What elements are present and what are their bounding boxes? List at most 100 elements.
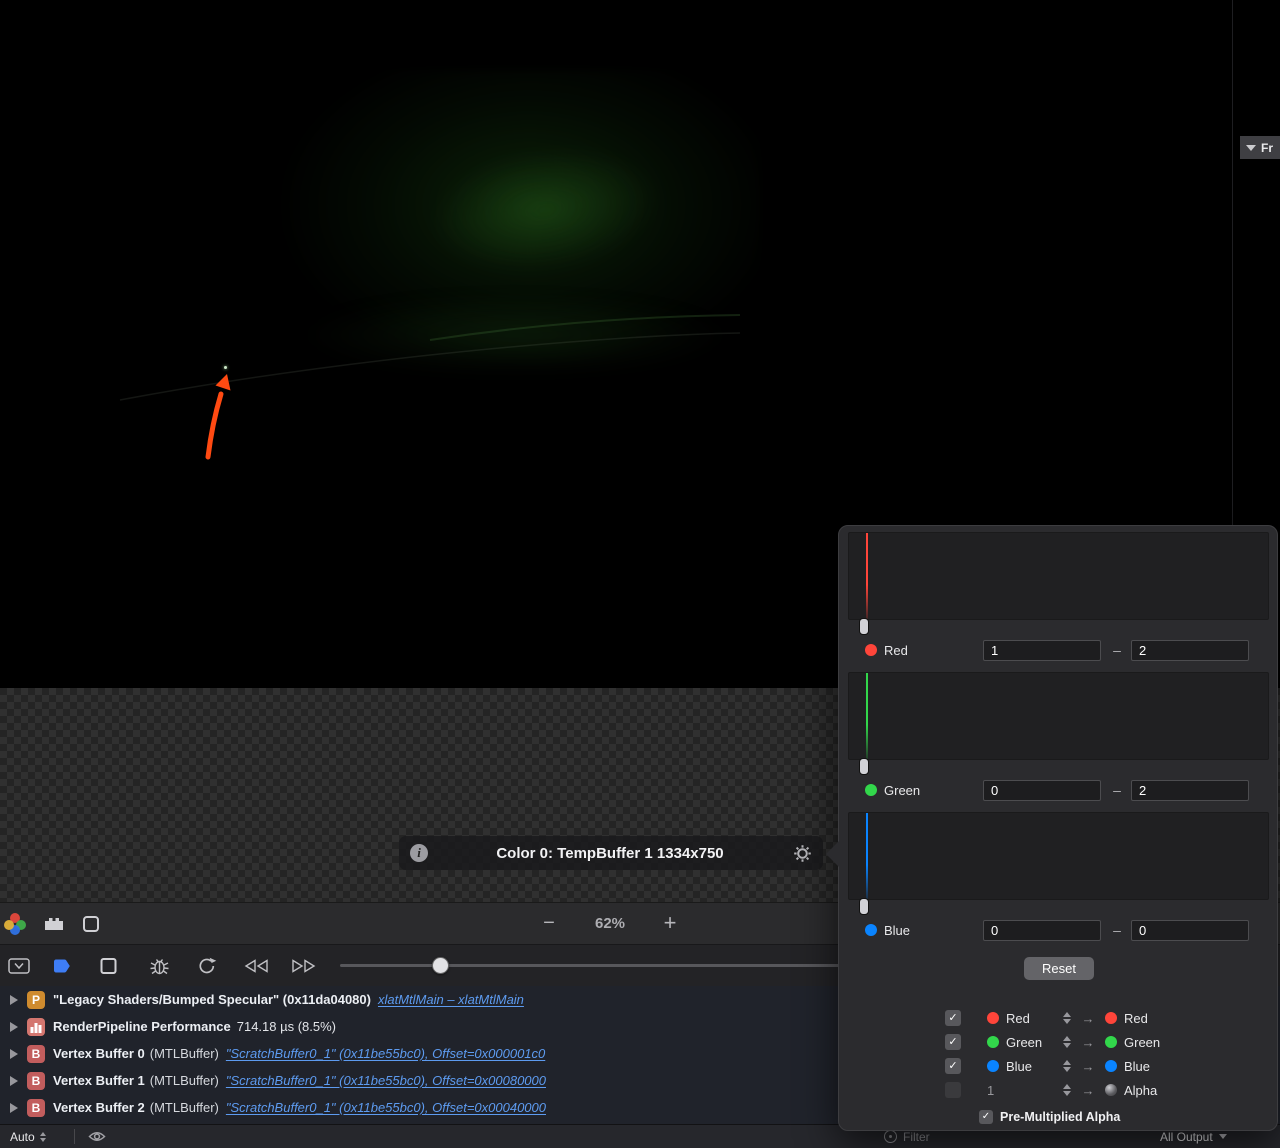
item-link[interactable]: xlatMtlMain – xlatMtlMain: [378, 992, 524, 1007]
buffer-badge-icon: B: [27, 1044, 45, 1063]
jump-bar-icon[interactable]: [8, 957, 30, 974]
auto-label: Auto: [10, 1129, 35, 1144]
red-enabled-checkbox[interactable]: ✓: [945, 1010, 961, 1026]
rewind-icon[interactable]: [242, 958, 270, 974]
color-attachments-icon[interactable]: [4, 913, 26, 935]
green-enabled-checkbox[interactable]: ✓: [945, 1034, 961, 1050]
divider: [74, 1129, 75, 1144]
item-link[interactable]: "ScratchBuffer0_1" (0x11be55bc0), Offset…: [226, 1073, 546, 1088]
target-red-dot-icon: [1105, 1012, 1117, 1024]
range-dash: –: [1113, 642, 1121, 658]
source-red-dot-icon: [987, 1012, 999, 1024]
red-min-input[interactable]: [983, 639, 1101, 661]
buffer-icon[interactable]: [43, 915, 65, 933]
output-selector-label: All Output: [1160, 1129, 1213, 1144]
item-title: "Legacy Shaders/Bumped Specular" (0x11da…: [53, 992, 371, 1007]
alpha-enabled-checkbox[interactable]: [945, 1082, 961, 1098]
premultiplied-alpha-checkbox[interactable]: ✓: [979, 1110, 993, 1124]
target-alpha-dot-icon: [1105, 1084, 1117, 1096]
blue-min-input[interactable]: [983, 919, 1101, 941]
info-icon[interactable]: i: [410, 844, 428, 862]
fast-forward-icon[interactable]: [290, 958, 318, 974]
annotation-arrow-icon: [205, 374, 231, 460]
source-constant-label: 1: [987, 1082, 995, 1098]
maps-to-arrow-icon: →: [1081, 1058, 1095, 1074]
mapping-row-green: ✓ Green → Green: [839, 1031, 1279, 1053]
chevron-down-icon: [1218, 1134, 1227, 1139]
channel-inspector-popover: Red – Green – Blue – Reset ✓ Red → Red: [826, 525, 1279, 1131]
item-detail: 714.18 µs (8.5%): [236, 1019, 336, 1034]
buffer-badge-icon: B: [27, 1071, 45, 1090]
blue-histogram-spike: [866, 813, 868, 899]
debug-bug-icon[interactable]: [149, 956, 170, 975]
disclosure-right-icon[interactable]: [10, 1075, 18, 1086]
zoom-level[interactable]: 62%: [570, 903, 650, 945]
performance-chart-icon: [27, 1017, 45, 1036]
green-channel-dot-icon: [865, 784, 877, 796]
channel-label: Blue: [884, 922, 911, 938]
target-green-dot-icon: [1105, 1036, 1117, 1048]
blue-range-slider-handle[interactable]: [859, 898, 869, 915]
zoom-out-button[interactable]: −: [538, 903, 560, 945]
red-channel-row: Red –: [839, 639, 1279, 661]
item-link[interactable]: "ScratchBuffer0_1" (0x11be55bc0), Offset…: [226, 1046, 545, 1061]
channel-label: Green: [884, 782, 921, 798]
red-range-slider-handle[interactable]: [859, 618, 869, 635]
target-channel-label: Green: [1124, 1034, 1161, 1050]
frame-bounds-icon[interactable]: [100, 957, 117, 974]
channel-popup-stepper[interactable]: [1063, 1012, 1071, 1024]
green-min-input[interactable]: [983, 779, 1101, 801]
maps-to-arrow-icon: →: [1081, 1034, 1095, 1050]
disclosure-right-icon[interactable]: [10, 994, 18, 1005]
green-max-input[interactable]: [1131, 779, 1249, 801]
item-title: Vertex Buffer 2: [53, 1100, 145, 1115]
item-title: Vertex Buffer 0: [53, 1046, 145, 1061]
frame-panel-label: Fr: [1261, 140, 1273, 155]
refresh-icon[interactable]: [197, 956, 217, 975]
blue-channel-row: Blue –: [839, 919, 1279, 941]
reset-button[interactable]: Reset: [1024, 957, 1094, 980]
quicklook-eye-icon[interactable]: [88, 1130, 106, 1143]
pipeline-state-icon: P: [27, 990, 45, 1009]
source-channel-label: Green: [1006, 1034, 1043, 1050]
channel-popup-stepper[interactable]: [1063, 1036, 1071, 1048]
green-histogram: [848, 672, 1269, 760]
green-histogram-spike: [866, 673, 868, 759]
channel-popup-stepper[interactable]: [1063, 1060, 1071, 1072]
popover-arrow: [826, 841, 839, 867]
zoom-in-button[interactable]: +: [656, 903, 684, 945]
attachment-frame-icon[interactable]: [82, 915, 100, 933]
target-channel-label: Red: [1124, 1010, 1148, 1026]
blue-enabled-checkbox[interactable]: ✓: [945, 1058, 961, 1074]
breakpoints-flag-icon[interactable]: [52, 958, 72, 974]
disclosure-right-icon[interactable]: [10, 1048, 18, 1059]
mapping-row-alpha: 1 → Alpha: [839, 1079, 1279, 1101]
item-link[interactable]: "ScratchBuffer0_1" (0x11be55bc0), Offset…: [226, 1100, 546, 1115]
blue-channel-dot-icon: [865, 924, 877, 936]
item-kind: (MTLBuffer): [149, 1100, 219, 1115]
item-title: RenderPipeline Performance: [53, 1019, 231, 1034]
source-blue-dot-icon: [987, 1060, 999, 1072]
source-channel-label: Red: [1006, 1010, 1030, 1026]
frame-scrubber-knob[interactable]: [432, 957, 449, 974]
channel-label: Red: [884, 642, 908, 658]
red-max-input[interactable]: [1131, 639, 1249, 661]
range-dash: –: [1113, 782, 1121, 798]
blue-max-input[interactable]: [1131, 919, 1249, 941]
maps-to-arrow-icon: →: [1081, 1010, 1095, 1026]
gear-icon[interactable]: [792, 843, 812, 863]
target-channel-label: Alpha: [1124, 1082, 1158, 1098]
green-range-slider-handle[interactable]: [859, 758, 869, 775]
popup-arrows-icon: [39, 1131, 46, 1142]
range-dash: –: [1113, 922, 1121, 938]
mapping-row-red: ✓ Red → Red: [839, 1007, 1279, 1029]
frame-panel-header[interactable]: Fr: [1240, 136, 1280, 159]
disclosure-right-icon[interactable]: [10, 1102, 18, 1113]
disclosure-right-icon[interactable]: [10, 1021, 18, 1032]
filter-icon: [884, 1130, 897, 1143]
disclosure-down-icon: [1246, 144, 1256, 151]
auto-variables-selector[interactable]: Auto: [10, 1125, 46, 1148]
attachment-title: Color 0: TempBuffer 1 1334x750: [496, 844, 724, 862]
attachment-info-bar: i Color 0: TempBuffer 1 1334x750: [399, 836, 823, 870]
channel-popup-stepper[interactable]: [1063, 1084, 1071, 1096]
